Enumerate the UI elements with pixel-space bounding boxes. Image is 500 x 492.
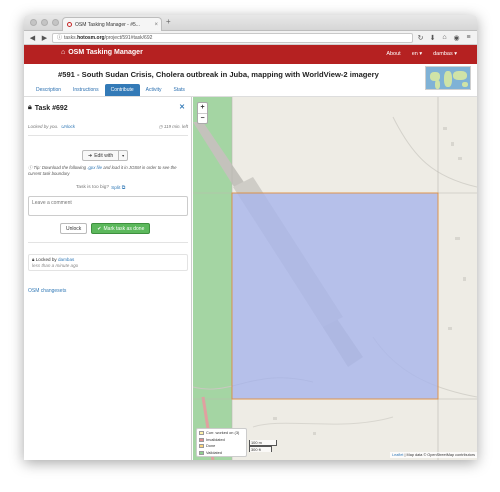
browser-tab[interactable]: OSM Tasking Manager - #5... × — [62, 17, 162, 31]
edit-with-button-group: ➜ Edit with ▾ — [82, 150, 129, 161]
project-title-bar: #591 - South Sudan Crisis, Cholera outbr… — [24, 64, 477, 90]
gpx-file-link[interactable]: .gpx file — [87, 165, 102, 170]
address-bar: ◀ ▶ ⓘ tasks.hotosm.org/project/591#task/… — [24, 31, 477, 45]
close-window-button[interactable] — [30, 19, 37, 26]
menu-icon[interactable]: ≡ — [464, 34, 473, 41]
zoom-control: + − — [197, 102, 208, 124]
legend-swatch — [199, 431, 204, 436]
user-menu[interactable]: dambas ▾ — [433, 51, 457, 57]
info-icon: ⓘ — [28, 165, 33, 170]
close-task-icon[interactable]: ✕ — [179, 103, 185, 111]
browser-window: OSM Tasking Manager - #5... × + ◀ ▶ ⓘ ta… — [24, 15, 477, 460]
divider — [28, 242, 188, 243]
legend-swatch — [199, 437, 204, 442]
arrow-icon: ➜ — [88, 152, 93, 159]
home-icon: ⌂ — [61, 49, 66, 56]
tab-activity[interactable]: Activity — [140, 84, 168, 96]
legend-swatch — [199, 444, 204, 449]
divider — [28, 135, 188, 136]
unlock-link[interactable]: Unlock — [61, 124, 75, 130]
about-link[interactable]: About — [386, 51, 400, 57]
locked-text: Locked by you. — [28, 124, 59, 129]
reload-icon[interactable]: ↻ — [416, 34, 425, 42]
osm-changesets-link[interactable]: OSM changesets — [28, 288, 66, 294]
zoom-out-button[interactable]: − — [198, 113, 207, 123]
download-icon[interactable]: ⬇ — [428, 34, 437, 42]
favicon-icon — [67, 22, 72, 27]
scale-bar: 100 m 300 ft — [249, 440, 277, 452]
tab-title: OSM Tasking Manager - #5... — [75, 21, 140, 28]
task-map[interactable]: + − Curr. worked on (3) Invalidated Done Va… — [193, 97, 477, 460]
lock-status: Locked by you. Unlock ◷ 119 min. left — [28, 124, 188, 130]
task-panel: 🔒︎ Task #692 ✕ Locked by you. Unlock ◷ 1… — [24, 97, 192, 460]
edit-with-dropdown[interactable]: ▾ — [119, 153, 127, 158]
mark-done-button[interactable]: ✔ Mark task as done — [91, 223, 151, 234]
map-canvas — [193, 97, 477, 460]
comment-field[interactable] — [28, 196, 188, 216]
map-attribution: Leaflet | Map data © OpenStreetMap contr… — [390, 452, 477, 458]
history-user-link[interactable]: dambas — [58, 257, 74, 262]
world-minimap — [425, 66, 471, 90]
url-text: tasks.hotosm.org/project/591#task/692 — [64, 34, 153, 41]
zoom-in-button[interactable]: + — [198, 103, 207, 113]
time-left: ◷ 119 min. left — [158, 124, 188, 129]
edit-with-button[interactable]: ➜ Edit with — [83, 151, 120, 160]
brand[interactable]: ⌂ OSM Tasking Manager — [61, 49, 143, 56]
josm-tip: ⓘ Tip: Download the following .gpx file … — [28, 165, 177, 176]
forward-icon[interactable]: ▶ — [40, 34, 49, 42]
legend-label: Validated — [206, 449, 222, 455]
legend-item: Validated — [199, 450, 244, 457]
new-tab-button[interactable]: + — [166, 17, 171, 26]
unlock-button[interactable]: Unlock — [60, 223, 88, 234]
app-header: ⌂ OSM Tasking Manager About en ▾ dambas … — [24, 45, 477, 64]
url-field[interactable]: ⓘ tasks.hotosm.org/project/591#task/692 — [52, 32, 413, 43]
map-legend: Curr. worked on (3) Invalidated Done Valida… — [196, 428, 247, 457]
maximize-window-button[interactable] — [52, 19, 59, 26]
close-tab-icon[interactable]: × — [154, 22, 158, 28]
check-icon: ✔ — [97, 225, 102, 232]
tab-stats[interactable]: Stats — [168, 84, 191, 96]
addon-icon[interactable]: ◉ — [452, 34, 461, 42]
legend-swatch — [199, 450, 204, 455]
home-icon[interactable]: ⌂ — [440, 34, 449, 41]
project-tabs: Description Instructions Contribute Activit… — [24, 84, 477, 97]
tab-description[interactable]: Description — [30, 84, 67, 96]
back-icon[interactable]: ◀ — [28, 34, 37, 42]
task-history: 🔒︎ Locked by dambas less than a minute a… — [28, 254, 188, 271]
tab-instructions[interactable]: Instructions — [67, 84, 105, 96]
lock-icon: ⓘ — [57, 35, 63, 41]
window-controls — [30, 19, 59, 26]
scale-imperial: 300 ft — [249, 446, 272, 452]
main-content: 🔒︎ Task #692 ✕ Locked by you. Unlock ◷ 1… — [24, 97, 477, 460]
browser-tab-bar: OSM Tasking Manager - #5... × + — [24, 15, 477, 31]
leaflet-link[interactable]: Leaflet — [392, 453, 403, 457]
brand-label: OSM Tasking Manager — [68, 49, 143, 56]
history-time: less than a minute ago — [32, 263, 79, 268]
tab-contribute[interactable]: Contribute — [104, 84, 140, 96]
split-prompt: Task is too big? Split ⧉ — [76, 185, 126, 191]
header-nav: About en ▾ dambas ▾ — [386, 51, 457, 57]
padlock-icon: 🔒︎ — [32, 257, 35, 262]
split-link[interactable]: Split ⧉ — [111, 185, 125, 191]
task-heading: 🔒︎ Task #692 — [28, 104, 68, 112]
task-actions: Unlock ✔ Mark task as done — [60, 223, 151, 234]
language-menu[interactable]: en ▾ — [412, 51, 422, 57]
padlock-icon: 🔒︎ — [28, 104, 32, 111]
page-title: #591 - South Sudan Crisis, Cholera outbr… — [58, 70, 379, 79]
minimize-window-button[interactable] — [41, 19, 48, 26]
